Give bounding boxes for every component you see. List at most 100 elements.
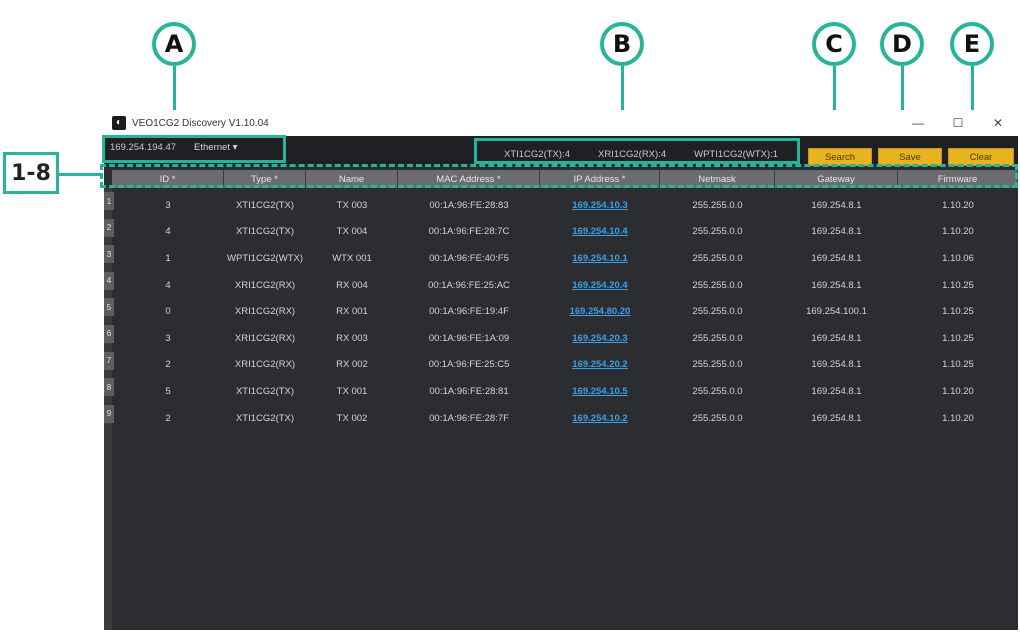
table-row[interactable]: 4 XRI1CG2(RX) RX 004 00:1A:96:FE:25:AC 169.2… xyxy=(112,272,1018,299)
cell-mac: 00:1A:96:FE:1A:09 xyxy=(428,332,510,344)
cell-ip[interactable]: 169.254.20.4 xyxy=(540,280,660,291)
cell-type: XTI1CG2(TX) xyxy=(235,226,295,238)
cell-name: TX 002 xyxy=(336,412,368,424)
cell-id: 4 xyxy=(165,226,171,238)
cell-type: XRI1CG2(RX) xyxy=(234,332,296,344)
cell-type: XTI1CG2(TX) xyxy=(235,385,295,397)
cell-id: 0 xyxy=(165,306,171,318)
cell-firmware: 1.10.20 xyxy=(942,412,974,424)
column-header-firmware[interactable]: Firmware xyxy=(898,170,1018,188)
save-button[interactable]: Save xyxy=(878,148,942,166)
wtx-count: WPTI1CG2(WTX):1 xyxy=(694,149,779,160)
cell-firmware: 1.10.25 xyxy=(942,359,974,371)
cell-gateway: 169.254.8.1 xyxy=(811,226,862,238)
search-button[interactable]: Search xyxy=(808,148,872,166)
table-row[interactable]: 1 WPTI1CG2(WTX) WTX 001 00:1A:96:FE:40:F5 16… xyxy=(112,245,1018,272)
cell-ip[interactable]: 169.254.80.20 xyxy=(540,306,660,317)
cell-firmware: 1.10.25 xyxy=(942,332,974,344)
maximize-button[interactable]: ☐ xyxy=(938,110,978,136)
cell-firmware: 1.10.20 xyxy=(942,226,974,238)
cell-name: TX 004 xyxy=(336,226,368,238)
cell-netmask: 255.255.0.0 xyxy=(692,385,743,397)
cell-type: XTI1CG2(TX) xyxy=(235,412,295,424)
host-ip-address: 169.254.194.47 xyxy=(110,142,177,153)
cell-gateway: 169.254.8.1 xyxy=(811,332,862,344)
network-adapter-selector[interactable]: 169.254.194.47 Ethernet ▾ xyxy=(110,142,237,153)
cell-netmask: 255.255.0.0 xyxy=(692,252,743,264)
cell-gateway: 169.254.8.1 xyxy=(811,385,862,397)
callout-a: A xyxy=(152,22,196,66)
cell-ip[interactable]: 169.254.10.1 xyxy=(540,253,660,264)
table-row[interactable]: 4 XTI1CG2(TX) TX 004 00:1A:96:FE:28:7C 169.2… xyxy=(112,219,1018,246)
cell-name: RX 003 xyxy=(336,332,368,344)
window-title: VEO1CG2 Discovery V1.10.04 xyxy=(132,117,269,129)
cell-ip[interactable]: 169.254.10.3 xyxy=(540,200,660,211)
cell-firmware: 1.10.20 xyxy=(942,385,974,397)
discovery-window: ◐ VEO1CG2 Discovery V1.10.04 — ☐ ✕ 169.2… xyxy=(104,110,1018,630)
column-header-name[interactable]: Name xyxy=(306,170,398,188)
column-header-mac[interactable]: MAC Address * xyxy=(398,170,540,188)
table-body: 3 XTI1CG2(TX) TX 003 00:1A:96:FE:28:83 169.2… xyxy=(112,192,1018,431)
cell-id: 2 xyxy=(165,412,171,424)
callout-c: C xyxy=(812,22,856,66)
cell-id: 3 xyxy=(165,199,171,211)
cell-netmask: 255.255.0.0 xyxy=(692,359,743,371)
tx-count: XTI1CG2(TX):4 xyxy=(504,149,570,160)
adapter-dropdown[interactable]: Ethernet ▾ xyxy=(194,142,237,153)
cell-firmware: 1.10.06 xyxy=(942,252,974,264)
column-header-type[interactable]: Type * xyxy=(224,170,306,188)
cell-type: XRI1CG2(RX) xyxy=(234,279,296,291)
cell-name: RX 001 xyxy=(336,306,368,318)
cell-netmask: 255.255.0.0 xyxy=(692,199,743,211)
column-header-id[interactable]: ID * xyxy=(112,170,224,188)
cell-mac: 00:1A:96:FE:19:4F xyxy=(429,306,509,318)
table-row[interactable]: 2 XTI1CG2(TX) TX 002 00:1A:96:FE:28:7F 169.2… xyxy=(112,405,1018,432)
cell-gateway: 169.254.8.1 xyxy=(811,252,862,264)
cell-id: 2 xyxy=(165,359,171,371)
callout-b: B xyxy=(600,22,644,66)
app-logo-icon: ◐ xyxy=(112,116,126,130)
column-header-gateway[interactable]: Gateway xyxy=(775,170,898,188)
cell-type: WPTI1CG2(WTX) xyxy=(227,252,303,264)
cell-ip[interactable]: 169.254.10.4 xyxy=(540,226,660,237)
cell-netmask: 255.255.0.0 xyxy=(692,306,743,318)
cell-ip[interactable]: 169.254.20.2 xyxy=(540,359,660,370)
cell-netmask: 255.255.0.0 xyxy=(692,226,743,238)
cell-mac: 00:1A:96:FE:28:7C xyxy=(428,226,510,238)
cell-mac: 00:1A:96:FE:28:7F xyxy=(429,412,509,424)
column-header-netmask[interactable]: Netmask xyxy=(660,170,775,188)
cell-ip[interactable]: 169.254.10.5 xyxy=(540,386,660,397)
table-row[interactable]: 5 XTI1CG2(TX) TX 001 00:1A:96:FE:28:81 169.2… xyxy=(112,378,1018,405)
table-row[interactable]: 2 XRI1CG2(RX) RX 002 00:1A:96:FE:25:C5 169.2… xyxy=(112,352,1018,379)
minimize-button[interactable]: — xyxy=(898,110,938,136)
table-row[interactable]: 3 XTI1CG2(TX) TX 003 00:1A:96:FE:28:83 169.2… xyxy=(112,192,1018,219)
cell-firmware: 1.10.25 xyxy=(942,279,974,291)
cell-netmask: 255.255.0.0 xyxy=(692,279,743,291)
cell-gateway: 169.254.8.1 xyxy=(811,279,862,291)
cell-mac: 00:1A:96:FE:40:F5 xyxy=(429,252,509,264)
clear-button[interactable]: Clear xyxy=(948,148,1014,166)
cell-mac: 00:1A:96:FE:25:AC xyxy=(428,279,510,291)
cell-mac: 00:1A:96:FE:28:81 xyxy=(429,385,509,397)
cell-ip[interactable]: 169.254.20.3 xyxy=(540,333,660,344)
cell-gateway: 169.254.8.1 xyxy=(811,359,862,371)
cell-name: RX 002 xyxy=(336,359,368,371)
cell-ip[interactable]: 169.254.10.2 xyxy=(540,413,660,424)
close-button[interactable]: ✕ xyxy=(978,110,1018,136)
cell-name: WTX 001 xyxy=(332,252,372,264)
cell-type: XTI1CG2(TX) xyxy=(235,199,295,211)
callout-e: E xyxy=(950,22,994,66)
device-counts: XTI1CG2(TX):4 XRI1CG2(RX):4 WPTI1CG2(WTX… xyxy=(504,149,778,160)
toolbar: 169.254.194.47 Ethernet ▾ XTI1CG2(TX):4 … xyxy=(104,136,1018,166)
cell-name: TX 001 xyxy=(336,385,368,397)
cell-firmware: 1.10.20 xyxy=(942,199,974,211)
table-row[interactable]: 0 XRI1CG2(RX) RX 001 00:1A:96:FE:19:4F 169.2… xyxy=(112,298,1018,325)
cell-type: XRI1CG2(RX) xyxy=(234,359,296,371)
table-header: ID * Type * Name MAC Address * IP Addres… xyxy=(112,170,1018,188)
cell-name: TX 003 xyxy=(336,199,368,211)
table-row[interactable]: 3 XRI1CG2(RX) RX 003 00:1A:96:FE:1A:09 169.2… xyxy=(112,325,1018,352)
cell-type: XRI1CG2(RX) xyxy=(234,306,296,318)
cell-netmask: 255.255.0.0 xyxy=(692,332,743,344)
column-header-ip[interactable]: IP Address * xyxy=(540,170,660,188)
cell-id: 1 xyxy=(165,252,171,264)
